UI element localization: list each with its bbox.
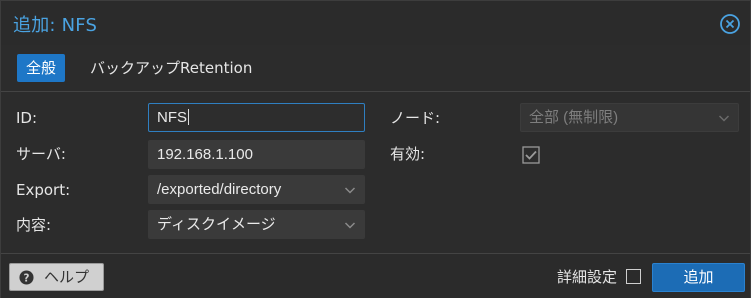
general-form: ID: NFS サーバ: 192.168.1.100 Export: /expo… [1, 92, 750, 252]
node-label: ノード: [390, 109, 441, 127]
id-input[interactable]: NFS [148, 103, 365, 132]
export-select[interactable]: /exported/directory [148, 175, 365, 204]
add-nfs-dialog: 追加: NFS 全般 バックアップRetention ID: NFS サーバ: … [0, 0, 751, 298]
tab-backup-retention[interactable]: バックアップRetention [81, 54, 261, 82]
server-input-value: 192.168.1.100 [157, 146, 253, 163]
help-button[interactable]: ? ヘルプ [9, 263, 104, 291]
server-label: サーバ: [16, 145, 66, 163]
question-circle-icon: ? [19, 270, 34, 285]
dialog-footer: ? ヘルプ 詳細設定 追加 [1, 253, 750, 298]
chevron-down-icon [718, 115, 730, 122]
content-select-value: ディスクイメージ [157, 216, 276, 233]
advanced-checkbox[interactable] [626, 269, 641, 284]
help-button-label: ヘルプ [44, 268, 90, 286]
advanced-label: 詳細設定 [557, 269, 618, 286]
enabled-checkbox[interactable] [522, 146, 540, 164]
content-label: 内容: [16, 216, 52, 234]
chevron-down-icon [344, 222, 356, 229]
enabled-label: 有効: [390, 145, 426, 163]
close-icon[interactable] [719, 13, 741, 35]
text-cursor [188, 109, 189, 125]
node-select[interactable]: 全部 (無制限) [520, 103, 739, 132]
add-button[interactable]: 追加 [652, 263, 745, 292]
dialog-titlebar: 追加: NFS [1, 1, 750, 45]
export-label: Export: [16, 181, 71, 199]
tab-bar: 全般 バックアップRetention [1, 45, 750, 92]
content-select[interactable]: ディスクイメージ [148, 210, 365, 239]
server-input[interactable]: 192.168.1.100 [148, 140, 365, 169]
chevron-down-icon [344, 187, 356, 194]
id-label: ID: [16, 109, 38, 127]
export-select-value: /exported/directory [157, 181, 282, 198]
node-select-value: 全部 (無制限) [529, 109, 619, 126]
dialog-title: 追加: NFS [13, 15, 98, 36]
id-input-value: NFS [157, 109, 187, 126]
tab-general[interactable]: 全般 [17, 54, 66, 82]
svg-text:?: ? [24, 272, 30, 284]
